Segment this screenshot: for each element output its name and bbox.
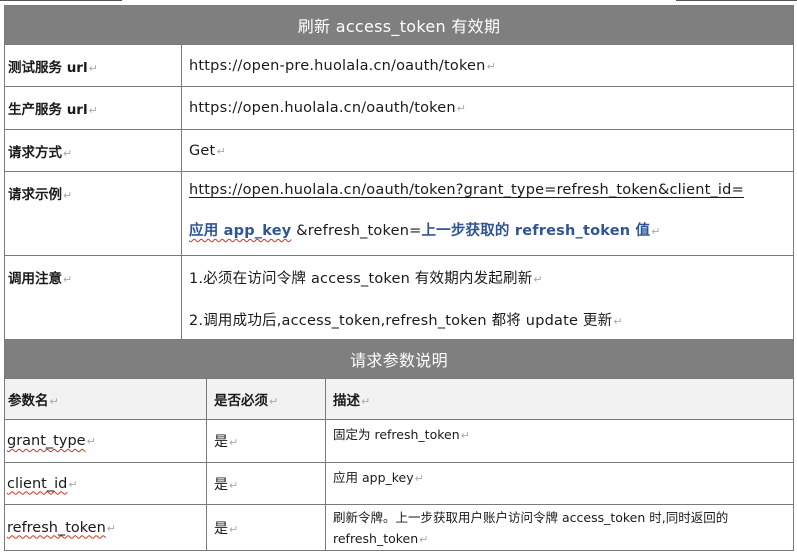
api-info-header-text: 刷新 access_token 有效期 [297, 17, 501, 36]
return-mark: ↵ [63, 273, 73, 286]
return-mark: ↵ [269, 395, 279, 408]
return-mark: ↵ [456, 102, 467, 115]
param-desc: 固定为 refresh_token [333, 427, 460, 442]
params-section-header-text: 请求参数说明 [350, 351, 448, 370]
return-mark: ↵ [49, 395, 59, 408]
return-mark: ↵ [63, 189, 73, 202]
method-label-cell: 请求方式↵ [4, 129, 182, 172]
return-mark: ↵ [651, 225, 661, 238]
page-top-edge [0, 0, 797, 2]
prod-url-value: https://open.huolala.cn/oauth/token [189, 100, 456, 116]
params-column-header-row: 参数名↵ 是否必须↵ 描述↵ [4, 378, 794, 420]
param-required: 是 [214, 434, 228, 450]
param-name: grant_type [7, 433, 86, 449]
top-edge-left [0, 0, 122, 1]
notes-label: 调用注意 [8, 271, 62, 287]
param-desc: 应用 app_key [333, 470, 414, 485]
example-refresh-param: &refresh_token= [291, 223, 422, 239]
column-header-desc-text: 描述 [333, 393, 360, 409]
api-info-table: 刷新 access_token 有效期 测试服务 url↵ https://op… [4, 5, 794, 340]
notes-line-1: 1.必须在访问令牌 access_token 有效期内发起刷新↵ [189, 267, 793, 288]
column-header-name: 参数名↵ [4, 378, 207, 420]
example-app-key-text: 应用 app_key [189, 223, 292, 239]
example-label: 请求示例 [8, 187, 62, 203]
params-table: 请求参数说明 参数名↵ 是否必须↵ 描述↵ grant_type↵ 是↵ 固定为… [4, 340, 794, 551]
test-url-value: https://open-pre.huolala.cn/oauth/token [189, 57, 486, 74]
row-example: 请求示例↵ https://open.huolala.cn/oauth/toke… [4, 171, 794, 256]
top-edge-right [676, 0, 797, 1]
return-mark: ↵ [86, 435, 96, 448]
params-section-header: 请求参数说明 [4, 340, 794, 379]
return-mark: ↵ [414, 472, 424, 485]
test-url-label: 测试服务 url [8, 59, 88, 76]
row-prod-url: 生产服务 url↵ https://open.huolala.cn/oauth/… [4, 86, 794, 130]
param-name: refresh_token [7, 519, 106, 536]
column-header-desc: 描述↵ [325, 378, 794, 420]
table-row: refresh_token↵ 是↵ 刷新令牌。上一步获取用户账户访问令牌 acc… [4, 504, 794, 551]
return-mark: ↵ [63, 146, 73, 160]
param-required-cell: 是↵ [206, 462, 326, 505]
param-name-cell: refresh_token↵ [4, 504, 207, 551]
param-desc-cell: 应用 app_key↵ [325, 462, 794, 505]
api-info-header: 刷新 access_token 有效期 [4, 5, 794, 45]
method-value-cell: Get↵ [181, 129, 794, 172]
notes-line-1-text: 1.必须在访问令牌 access_token 有效期内发起刷新 [189, 271, 533, 287]
column-header-required-text: 是否必须 [214, 393, 268, 409]
return-mark: ↵ [229, 522, 239, 536]
return-mark: ↵ [486, 59, 496, 73]
params-header-row: 请求参数说明 [4, 340, 794, 379]
test-url-label-cell: 测试服务 url↵ [4, 44, 182, 87]
notes-line-2: 2.调用成功后,access_token,refresh_token 都将 up… [189, 309, 793, 330]
method-label: 请求方式 [8, 144, 62, 161]
return-mark: ↵ [533, 273, 543, 286]
notes-label-cell: 调用注意↵ [4, 255, 182, 340]
param-name: client_id [7, 475, 68, 492]
param-required-cell: 是↵ [206, 419, 326, 463]
param-required: 是 [214, 520, 228, 537]
method-value: Get [189, 142, 216, 159]
notes-value-cell: 1.必须在访问令牌 access_token 有效期内发起刷新↵ 2.调用成功后… [181, 255, 794, 340]
param-desc-cell: 刷新令牌。上一步获取用户账户访问令牌 access_token 时,同时返回的 … [325, 504, 794, 551]
column-header-name-text: 参数名 [8, 393, 49, 409]
row-notes: 调用注意↵ 1.必须在访问令牌 access_token 有效期内发起刷新↵ 2… [4, 255, 794, 340]
return-mark: ↵ [460, 429, 470, 442]
prod-url-label-cell: 生产服务 url↵ [4, 86, 182, 130]
column-header-required: 是否必须↵ [206, 378, 326, 420]
return-mark: ↵ [68, 477, 78, 491]
example-refresh-value-text: 上一步获取的 refresh_token 值 [421, 223, 651, 239]
row-test-url: 测试服务 url↵ https://open-pre.huolala.cn/oa… [4, 44, 794, 87]
example-label-cell: 请求示例↵ [4, 171, 182, 256]
api-info-header-row: 刷新 access_token 有效期 [4, 5, 794, 45]
param-name-cell: grant_type↵ [4, 419, 207, 463]
row-method: 请求方式↵ Get↵ [4, 129, 794, 172]
prod-url-label: 生产服务 url [8, 102, 88, 118]
prod-url-value-cell: https://open.huolala.cn/oauth/token↵ [181, 86, 794, 130]
table-row: client_id↵ 是↵ 应用 app_key↵ [4, 462, 794, 505]
return-mark: ↵ [229, 478, 239, 492]
return-mark: ↵ [361, 395, 371, 408]
notes-line-2-text: 2.调用成功后,access_token,refresh_token 都将 up… [189, 313, 613, 329]
param-required: 是 [214, 476, 228, 493]
param-required-cell: 是↵ [206, 504, 326, 551]
return-mark: ↵ [88, 61, 98, 75]
param-desc: 刷新令牌。上一步获取用户账户访问令牌 access_token 时,同时返回的 … [333, 510, 729, 546]
return-mark: ↵ [613, 315, 623, 328]
return-mark: ↵ [229, 436, 239, 449]
example-value-cell: https://open.huolala.cn/oauth/token?gran… [181, 171, 794, 256]
document-body: 刷新 access_token 有效期 测试服务 url↵ https://op… [4, 5, 794, 551]
example-line-2: 应用 app_key &refresh_token=上一步获取的 refresh… [189, 219, 793, 240]
return-mark: ↵ [88, 104, 98, 117]
return-mark: ↵ [419, 533, 429, 546]
param-desc-cell: 固定为 refresh_token↵ [325, 419, 794, 463]
return-mark: ↵ [106, 521, 116, 535]
param-name-cell: client_id↵ [4, 462, 207, 505]
table-row: grant_type↵ 是↵ 固定为 refresh_token↵ [4, 419, 794, 463]
example-line-1: https://open.huolala.cn/oauth/token?gran… [189, 182, 793, 198]
return-mark: ↵ [216, 144, 226, 158]
example-url-link[interactable]: https://open.huolala.cn/oauth/token?gran… [189, 182, 744, 198]
test-url-value-cell: https://open-pre.huolala.cn/oauth/token↵ [181, 44, 794, 87]
